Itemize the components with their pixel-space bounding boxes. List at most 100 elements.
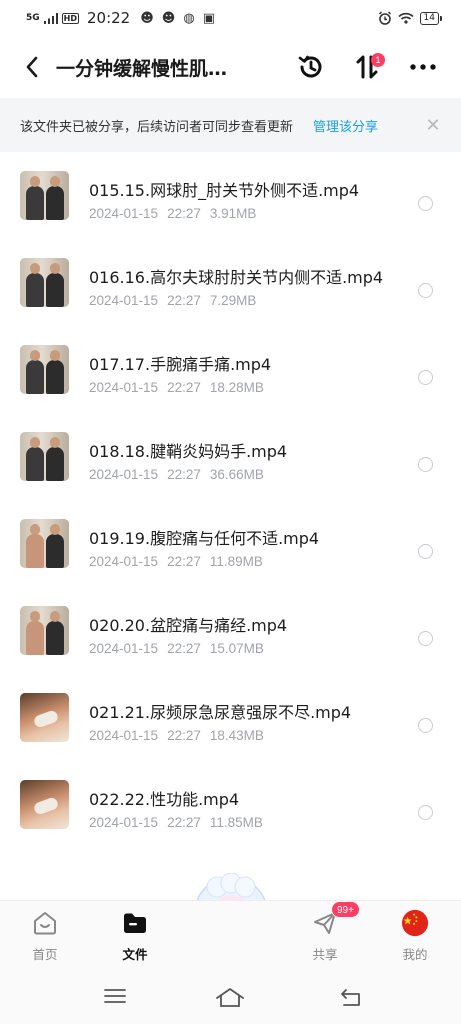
file-meta: 2024-01-15 22:27 11.89MB <box>89 554 272 569</box>
back-button[interactable] <box>8 43 56 91</box>
page-title: 一分钟缓解慢性肌… <box>56 57 228 80</box>
recent-apps-button[interactable] <box>102 986 130 1010</box>
status-bar: 5G HD 20:22 ☻ ☻ ◍ ▣ 14 <box>0 0 461 36</box>
file-size: 11.89MB <box>209 554 263 569</box>
share-count-badge: 99+ <box>331 901 360 918</box>
system-nav-bar <box>0 972 461 1024</box>
bottom-nav: 首页 文件 99+ 共享 我的 <box>0 900 461 972</box>
file-date: 2024-01-15 <box>89 815 159 830</box>
signal-bars-icon <box>43 12 58 24</box>
home-button[interactable] <box>214 986 248 1010</box>
file-date: 2024-01-15 <box>89 380 159 395</box>
clock: 20:22 <box>87 9 131 27</box>
file-meta: 2024-01-15 22:27 15.07MB <box>89 641 273 656</box>
file-row[interactable]: 017.17.手腕痛手痛.mp4 2024-01-15 22:27 18.28MB <box>0 326 461 413</box>
nav-me-label: 我的 <box>402 947 428 962</box>
select-checkbox[interactable] <box>418 283 433 298</box>
file-name: 022.22.性功能.mp4 <box>89 790 240 809</box>
file-meta: 2024-01-15 22:27 3.91MB <box>89 206 265 221</box>
more-icon <box>410 64 436 70</box>
wechat-icon: ◍ <box>183 10 195 26</box>
file-meta: 2024-01-15 22:27 11.85MB <box>89 815 272 830</box>
file-time: 22:27 <box>167 554 201 569</box>
video-thumbnail <box>20 606 69 655</box>
nav-share[interactable]: 99+ 共享 <box>290 901 360 973</box>
nav-home-label: 首页 <box>32 947 58 962</box>
share-banner-text: 该文件夹已被分享，后续访问者可同步查看更新 <box>20 119 294 135</box>
file-name: 015.15.网球肘_肘关节外侧不适.mp4 <box>89 181 360 200</box>
signal-indicator: 5G <box>26 13 40 23</box>
file-name: 018.18.腱鞘炎妈妈手.mp4 <box>89 442 288 461</box>
file-size: 36.66MB <box>209 467 264 482</box>
video-thumbnail <box>20 519 69 568</box>
nav-share-label: 共享 <box>312 947 338 962</box>
close-icon[interactable]: ✕ <box>423 115 443 136</box>
file-size: 3.91MB <box>209 206 257 221</box>
nav-files[interactable]: 文件 <box>100 901 170 973</box>
file-time: 22:27 <box>167 380 201 395</box>
folder-icon <box>124 913 146 933</box>
video-thumbnail <box>20 693 69 742</box>
file-name: 021.21.尿频尿急尿意强尿不尽.mp4 <box>89 703 352 722</box>
file-time: 22:27 <box>167 728 201 743</box>
alarm-icon <box>378 11 391 25</box>
file-name: 017.17.手腕痛手痛.mp4 <box>89 355 272 374</box>
menu-icon <box>104 989 126 1003</box>
sort-button[interactable]: 1 <box>343 43 391 91</box>
title-bar: 一分钟缓解慢性肌… 1 <box>0 36 461 98</box>
file-meta: 2024-01-15 22:27 7.29MB <box>89 293 265 308</box>
select-checkbox[interactable] <box>418 457 433 472</box>
file-meta: 2024-01-15 22:27 18.28MB <box>89 380 273 395</box>
file-time: 22:27 <box>167 467 201 482</box>
select-checkbox[interactable] <box>418 370 433 385</box>
share-banner: 该文件夹已被分享，后续访问者可同步查看更新 管理该分享 ✕ <box>0 98 461 152</box>
select-checkbox[interactable] <box>418 718 433 733</box>
file-meta: 2024-01-15 22:27 36.66MB <box>89 467 273 482</box>
file-row[interactable]: 018.18.腱鞘炎妈妈手.mp4 2024-01-15 22:27 36.66MB <box>0 413 461 500</box>
back-nav-button[interactable] <box>338 986 366 1010</box>
file-time: 22:27 <box>167 641 201 656</box>
select-checkbox[interactable] <box>418 805 433 820</box>
file-date: 2024-01-15 <box>89 206 159 221</box>
file-size: 15.07MB <box>209 641 264 656</box>
file-size: 7.29MB <box>209 293 257 308</box>
file-size: 11.85MB <box>209 815 263 830</box>
file-row[interactable]: 015.15.网球肘_肘关节外侧不适.mp4 2024-01-15 22:27 3.9… <box>0 152 461 239</box>
app-notification-icon: ▣ <box>202 10 215 26</box>
file-meta: 2024-01-15 22:27 18.43MB <box>89 728 273 743</box>
more-button[interactable] <box>399 43 447 91</box>
file-size: 18.28MB <box>209 380 264 395</box>
file-row[interactable]: 020.20.盆腔痛与痛经.mp4 2024-01-15 22:27 15.07MB <box>0 587 461 674</box>
video-thumbnail <box>20 171 69 220</box>
battery-indicator: 14 <box>419 11 443 25</box>
file-row[interactable]: 019.19.腹腔痛与任何不适.mp4 2024-01-15 22:27 11.89M… <box>0 500 461 587</box>
home-icon <box>34 912 56 935</box>
file-name: 016.16.高尔夫球肘肘关节内侧不适.mp4 <box>89 268 384 287</box>
nav-files-label: 文件 <box>122 947 148 962</box>
file-name: 020.20.盆腔痛与痛经.mp4 <box>89 616 288 635</box>
select-checkbox[interactable] <box>418 196 433 211</box>
select-checkbox[interactable] <box>418 631 433 646</box>
video-thumbnail <box>20 345 69 394</box>
file-row[interactable]: 016.16.高尔夫球肘肘关节内侧不适.mp4 2024-01-15 22:27 7.… <box>0 239 461 326</box>
sort-badge: 1 <box>371 53 385 67</box>
hd-badge: HD <box>61 12 79 24</box>
nav-home[interactable]: 首页 <box>10 901 80 973</box>
avatar-icon <box>401 909 429 937</box>
return-icon <box>341 989 360 1006</box>
file-date: 2024-01-15 <box>89 728 159 743</box>
video-thumbnail <box>20 258 69 307</box>
file-time: 22:27 <box>167 293 201 308</box>
house-outline-icon <box>216 988 244 1007</box>
nav-me[interactable]: 我的 <box>380 901 450 973</box>
file-date: 2024-01-15 <box>89 467 159 482</box>
history-button[interactable] <box>287 43 335 91</box>
file-row[interactable]: 021.21.尿频尿急尿意强尿不尽.mp4 2024-01-15 22:27 18.4… <box>0 674 461 761</box>
file-date: 2024-01-15 <box>89 641 159 656</box>
app-notification-icon: ☻ <box>140 10 154 26</box>
select-checkbox[interactable] <box>418 544 433 559</box>
manage-share-link[interactable]: 管理该分享 <box>313 116 378 135</box>
file-name: 019.19.腹腔痛与任何不适.mp4 <box>89 529 320 548</box>
file-date: 2024-01-15 <box>89 554 159 569</box>
file-row[interactable]: 022.22.性功能.mp4 2024-01-15 22:27 11.85MB <box>0 761 461 848</box>
